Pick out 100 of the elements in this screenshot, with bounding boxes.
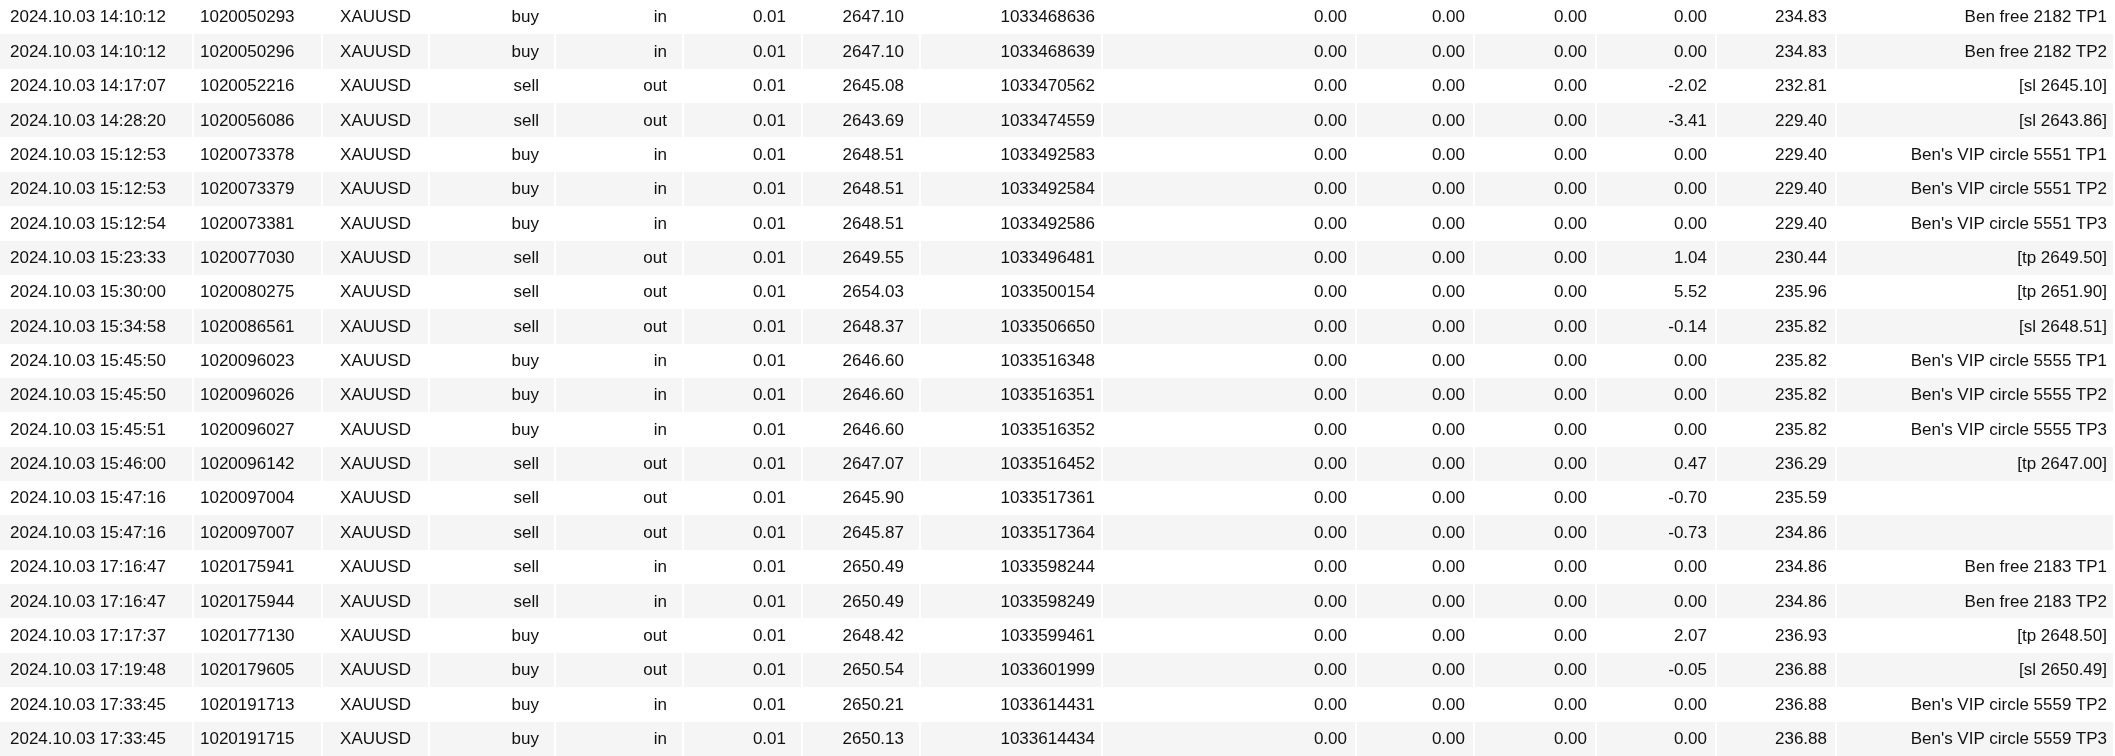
- table-cell-text: 2645.87: [842, 521, 904, 544]
- table-cell-text: 2654.03: [842, 281, 904, 304]
- table-cell-text: 2646.60: [842, 350, 904, 372]
- table-cell-text: sell: [513, 281, 539, 304]
- table-cell-text: 0.00: [1553, 212, 1587, 235]
- table-cell-text: in: [653, 178, 667, 201]
- table-cell-text: 1033474559: [1000, 109, 1095, 132]
- table-cell-text: 2645.08: [842, 75, 904, 98]
- table-cell-text: out: [643, 109, 667, 132]
- table-cell-text: 234.83: [1775, 40, 1827, 63]
- table-cell-text: XAUUSD: [340, 281, 411, 304]
- table-cell-text: 0.00: [1431, 212, 1465, 235]
- table-cell-text: 2024.10.03 14:28:20: [10, 109, 166, 132]
- table-cell-text: 0.00: [1313, 212, 1347, 235]
- table-cell-text: XAUUSD: [340, 109, 411, 132]
- table-cell-text: 0.00: [1431, 178, 1465, 201]
- table-cell-text: in: [653, 350, 667, 372]
- table-cell-text: 235.82: [1775, 350, 1827, 372]
- table-cell-text: 0.00: [1431, 556, 1465, 579]
- table-cell-text: 2024.10.03 14:17:07: [10, 75, 166, 98]
- table-cell-text: XAUUSD: [340, 75, 411, 98]
- table-cell-text: 0.47: [1673, 453, 1707, 476]
- table-cell-text: in: [653, 418, 667, 441]
- table-cell-text: 0.00: [1431, 693, 1465, 716]
- table-cell-text: [tp 2647.00]: [2017, 453, 2107, 476]
- table-cell-text: -0.70: [1668, 487, 1707, 510]
- table-cell-text: 234.86: [1775, 590, 1827, 613]
- table-cell-text: 0.01: [752, 384, 786, 407]
- table-cell-text: 2648.51: [842, 143, 904, 166]
- table-cell-text: 0.00: [1313, 384, 1347, 407]
- table-cell-text: 0.00: [1431, 487, 1465, 510]
- table-cell-text: [tp 2651.90]: [2017, 281, 2107, 304]
- table-cell-text: 1033468639: [1000, 40, 1095, 63]
- table-cell-text: 2024.10.03 15:45:51: [10, 418, 166, 441]
- table-cell-text: 0.01: [752, 693, 786, 716]
- table-cell-text: 230.44: [1775, 246, 1827, 269]
- table-cell-text: 1033492586: [1000, 212, 1095, 235]
- table-cell-text: 1020179605: [200, 659, 295, 682]
- table-cell-text: 0.01: [752, 212, 786, 235]
- table-cell-text: 2650.54: [842, 659, 904, 682]
- table-cell-text: 2024.10.03 14:10:12: [10, 6, 166, 29]
- table-cell-text: 0.00: [1313, 556, 1347, 579]
- table-cell-text: 0.00: [1673, 418, 1707, 441]
- table-cell-text: 1033601999: [1000, 659, 1095, 682]
- table-cell-text: Ben free 2182 TP2: [1964, 40, 2107, 63]
- table-cell-text: sell: [513, 246, 539, 269]
- table-cell-text: 0.00: [1313, 590, 1347, 613]
- table-cell-text: 0.01: [752, 178, 786, 201]
- table-cell-text: 2650.49: [842, 556, 904, 579]
- table-cell-text: -0.14: [1668, 315, 1707, 338]
- table-cell-text: 1033516452: [1000, 453, 1095, 476]
- table-cell-text: 0.00: [1673, 6, 1707, 29]
- table-cell-text: 2647.10: [842, 40, 904, 63]
- table-cell-text: 1020177130: [200, 624, 295, 647]
- table-cell-text: 1020191713: [200, 693, 295, 716]
- table-cell-text: 2647.10: [842, 6, 904, 29]
- table-cell-text: 0.00: [1553, 281, 1587, 304]
- table-cell-text: 0.00: [1431, 246, 1465, 269]
- table-cell-text: 2024.10.03 14:10:12: [10, 40, 166, 63]
- table-cell-text: 0.00: [1431, 350, 1465, 372]
- table-cell-text: 0.00: [1313, 246, 1347, 269]
- table-cell-text: sell: [513, 521, 539, 544]
- table-cell-text: 234.86: [1775, 521, 1827, 544]
- table-cell-text: 1020086561: [200, 315, 295, 338]
- table-cell-text: 1020175941: [200, 556, 295, 579]
- table-cell-text: sell: [513, 109, 539, 132]
- table-cell-text: 0.00: [1673, 178, 1707, 201]
- table-cell-text: 236.88: [1775, 727, 1827, 750]
- table-cell-text: buy: [511, 624, 539, 647]
- table-cell-text: 0.01: [752, 315, 786, 338]
- table-cell-text: 0.00: [1553, 6, 1587, 29]
- table-cell-text: 1020080275: [200, 281, 295, 304]
- table-cell-text: sell: [513, 315, 539, 338]
- table-cell-text: sell: [513, 556, 539, 579]
- table-cell-text: 0.00: [1431, 418, 1465, 441]
- table-cell-text: XAUUSD: [340, 40, 411, 63]
- table-cell-text: Ben's VIP circle 5559 TP2: [1910, 693, 2107, 716]
- table-cell-text: 1020050293: [200, 6, 295, 29]
- table-cell-text: 0.01: [752, 6, 786, 29]
- table-cell-text: 0.00: [1313, 727, 1347, 750]
- table-cell-text: 2024.10.03 15:47:16: [10, 487, 166, 510]
- table-cell-text: 0.00: [1553, 727, 1587, 750]
- table-cell-text: XAUUSD: [340, 212, 411, 235]
- table-cell-text: 1033470562: [1000, 75, 1095, 98]
- table-cell-text: 0.01: [752, 143, 786, 166]
- table-cell-text: 1033492583: [1000, 143, 1095, 166]
- table-cell-text: 1033496481: [1000, 246, 1095, 269]
- table-cell-text: 0.00: [1313, 178, 1347, 201]
- table-cell-text: XAUUSD: [340, 590, 411, 613]
- table-cell-text: 0.00: [1431, 40, 1465, 63]
- table-cell-text: -0.73: [1668, 521, 1707, 544]
- table-cell-text: 0.00: [1313, 75, 1347, 98]
- table-cell-text: 1020073381: [200, 212, 295, 235]
- table-cell-text: Ben's VIP circle 5551 TP1: [1910, 143, 2107, 166]
- table-cell-text: 0.00: [1673, 40, 1707, 63]
- table-cell-text: 1033598249: [1000, 590, 1095, 613]
- table-cell-text: 0.00: [1553, 246, 1587, 269]
- table-cell-text: XAUUSD: [340, 6, 411, 29]
- table-cell-text: 0.00: [1313, 487, 1347, 510]
- table-cell-text: sell: [513, 75, 539, 98]
